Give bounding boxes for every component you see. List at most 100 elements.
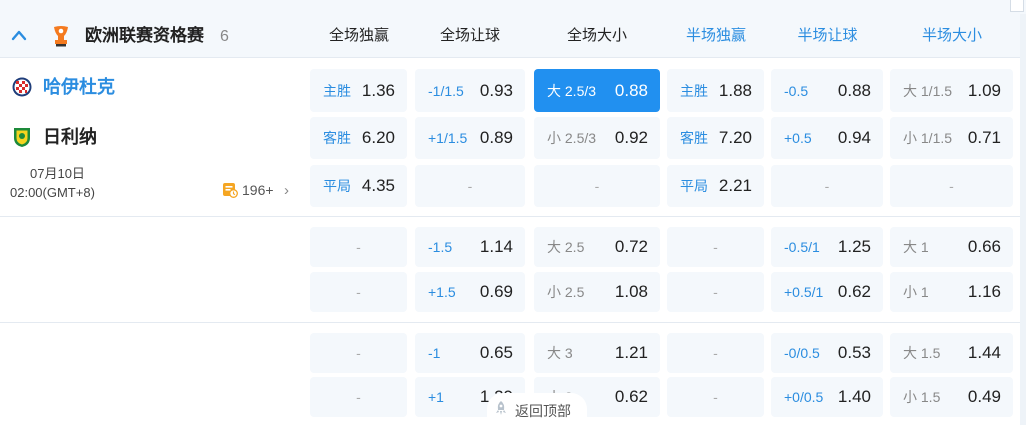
col-half-over-under: 半场大小 [921,27,982,44]
odds-label: -1/1.5 [428,82,464,99]
odds-label: 小 2.5 [547,284,585,300]
odds-cell-full-over-under[interactable]: 小 2.5 1.08 [534,272,660,312]
back-to-top-button[interactable]: 返回顶部 [487,393,587,425]
odds-value: 0.65 [479,343,513,362]
empty-odds-dash: - [824,178,830,194]
odds-cell-full-over-under: - [534,165,660,207]
odds-cell-half-handicap[interactable]: -0.5/1 1.25 [771,227,883,267]
odds-label: -1 [428,345,441,361]
empty-odds-dash: - [713,284,718,300]
odds-value: 0.88 [837,80,871,100]
scrollbar-track[interactable] [1020,14,1026,425]
odds-label: 主胜 [680,82,708,99]
odds-cell-full-handicap: - [415,165,525,207]
odds-value: 0.94 [837,128,871,147]
odds-cell-half-1x2: - [667,272,764,312]
back-to-top-label: 返回顶部 [515,403,571,419]
odds-value: 0.89 [479,128,513,147]
odds-value: 1.44 [967,343,1001,362]
row-divider [0,216,1020,217]
odds-cell-half-over-under[interactable]: 大 1 0.66 [890,227,1013,267]
match-time: 02:00(GMT+8) [10,185,95,200]
odds-label: -0.5/1 [784,239,820,255]
odds-cell-half-1x2[interactable]: 主胜 1.88 [667,69,764,112]
odds-cell-half-handicap[interactable]: -0/0.5 0.53 [771,333,883,373]
odds-cell-half-1x2: - [667,333,764,373]
odds-cell-half-handicap[interactable]: +0/0.5 1.40 [771,377,883,417]
home-team-name: 哈伊杜克 [43,77,115,97]
more-markets-count: 196+ [242,182,274,198]
league-match-count: 6 [220,28,229,45]
odds-cell-half-handicap[interactable]: +0.5/1 0.62 [771,272,883,312]
chevron-up-icon[interactable] [11,28,27,42]
odds-cell-full-1x2[interactable]: 客胜 6.20 [310,117,407,159]
odds-cell-full-over-under[interactable]: 小 2.5/3 0.92 [534,117,660,159]
odds-value: 0.72 [614,237,648,256]
odds-value: 1.88 [718,80,752,100]
odds-value: 0.62 [614,387,648,406]
odds-cell-half-handicap: - [771,165,883,207]
odds-value: 1.16 [967,282,1001,301]
odds-value: 1.21 [614,343,648,362]
odds-cell-full-1x2: - [310,377,407,417]
col-full-handicap: 全场让球 [439,27,500,44]
odds-cell-half-handicap[interactable]: +0.5 0.94 [771,117,883,159]
odds-cell-full-handicap[interactable]: -1 0.65 [415,333,525,373]
odds-cell-full-over-under[interactable]: 大 2.5/3 0.88 [534,69,660,112]
odds-cell-full-over-under[interactable]: 大 2.5 0.72 [534,227,660,267]
hajduk-crest-icon [12,77,32,97]
odds-cell-half-1x2: - [667,377,764,417]
empty-odds-dash: - [949,178,954,194]
odds-value: 0.49 [967,387,1001,406]
odds-value: 4.35 [361,176,395,195]
match-date: 07月10日 [30,166,85,181]
odds-cell-full-1x2[interactable]: 主胜 1.36 [310,69,407,112]
odds-value: 0.71 [967,128,1001,147]
odds-cell-half-over-under[interactable]: 大 1/1.5 1.09 [890,69,1013,112]
empty-odds-dash: - [713,239,718,255]
odds-cell-half-over-under[interactable]: 小 1.5 0.49 [890,377,1013,417]
odds-cell-half-over-under[interactable]: 大 1.5 1.44 [890,333,1013,373]
odds-value: 1.09 [967,80,1001,100]
odds-label: +0.5 [784,130,812,146]
odds-label: 大 3 [547,345,573,361]
odds-label: -1.5 [428,239,453,255]
odds-label: 客胜 [323,130,351,146]
odds-value: 1.08 [614,282,648,301]
odds-cell-full-1x2[interactable]: 平局 4.35 [310,165,407,207]
col-full-over-under: 全场大小 [566,27,627,44]
odds-cell-half-over-under[interactable]: 小 1 1.16 [890,272,1013,312]
odds-label: 大 1/1.5 [903,82,953,99]
odds-label: 小 1 [903,284,929,300]
window-corner [1010,0,1024,12]
odds-cell-half-1x2: - [667,227,764,267]
odds-cell-full-over-under[interactable]: 大 3 1.21 [534,333,660,373]
odds-cell-full-handicap[interactable]: +1.5 0.69 [415,272,525,312]
zilina-crest-icon [14,128,30,147]
odds-value: 2.21 [718,176,752,195]
odds-value: 0.93 [479,80,513,100]
odds-cell-full-handicap[interactable]: +1/1.5 0.89 [415,117,525,159]
league-header: 欧洲联赛资格赛 6 全场独赢 全场让球 全场大小 半场独赢 半场让球 半场大小 [0,14,1020,58]
odds-label: 大 2.5/3 [547,82,597,99]
odds-cell-half-1x2[interactable]: 平局 2.21 [667,165,764,207]
odds-label: 大 1 [903,239,929,255]
odds-cell-half-1x2[interactable]: 客胜 7.20 [667,117,764,159]
odds-cell-full-handicap[interactable]: -1/1.5 0.93 [415,69,525,112]
odds-cell-half-handicap[interactable]: -0.5 0.88 [771,69,883,112]
odds-value: 1.40 [837,387,871,406]
odds-label: 大 1.5 [903,345,941,361]
odds-label: +0/0.5 [784,389,824,405]
odds-label: +0.5/1 [784,284,824,300]
away-team-name: 日利纳 [43,127,97,147]
odds-cell-full-handicap[interactable]: -1.5 1.14 [415,227,525,267]
odds-cell-half-over-under[interactable]: 小 1/1.5 0.71 [890,117,1013,159]
col-half-handicap: 半场让球 [797,27,858,44]
empty-odds-dash: - [467,178,473,194]
odds-label: 客胜 [680,130,708,146]
odds-value: 6.20 [361,128,395,147]
league-name: 欧洲联赛资格赛 [85,26,204,45]
odds-cell-half-over-under: - [890,165,1013,207]
empty-odds-dash: - [356,389,361,405]
odds-cell-full-1x2: - [310,227,407,267]
